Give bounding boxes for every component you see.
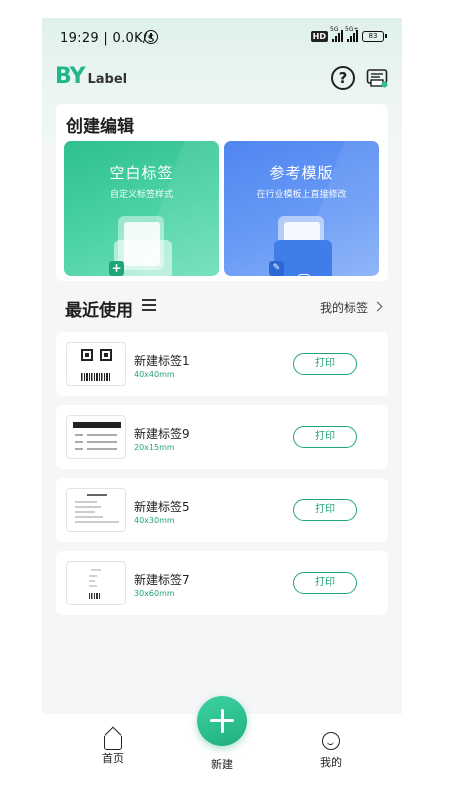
list-icon[interactable] [142,299,156,311]
label-size: 40x40mm [134,370,175,379]
alarm-icon [144,30,158,44]
signal-label: 5G [330,26,339,33]
app-screen: 19:29 | 0.0K/s HD 5G 5G+ 83 BY Label ? 创… [42,18,402,800]
status-time: 19:29 | 0.0K/s [60,31,155,46]
print-button[interactable]: 打印 [293,572,357,594]
nav-me-label: 我的 [320,756,342,769]
app-logo: BY Label [55,64,127,89]
template-tile[interactable]: 参考模版 在行业模板上直接修改 ✎ [224,141,379,276]
home-icon [104,736,122,750]
logo-sub: Label [87,72,128,87]
new-label-button[interactable] [197,696,247,746]
nav-new-label[interactable]: 新建 [192,756,252,772]
list-item[interactable]: 新建标签7 30x60mm 打印 [56,551,388,615]
create-title: 创建编辑 [66,117,134,137]
document-icon [298,274,310,276]
edit-badge-icon: ✎ [269,261,284,276]
label-thumbnail [66,415,126,459]
logo-main: BY [55,64,85,89]
hd-badge: HD [310,30,328,42]
print-button[interactable]: 打印 [293,353,357,375]
printer-icon[interactable] [366,66,388,88]
my-labels-link[interactable]: 我的标签 [320,299,368,316]
template-subtitle: 在行业模板上直接修改 [256,190,347,200]
add-badge-icon: + [109,261,124,276]
create-section: 创建编辑 空白标签 自定义标签样式 + 参考模版 在行业模板上直接修改 ✎ [56,104,388,281]
label-thumbnail [66,488,126,532]
status-icons: HD 5G 5G+ 83 [310,26,387,42]
label-name: 新建标签7 [134,573,190,587]
list-item[interactable]: 新建标签9 20x15mm 打印 [56,405,388,469]
battery-icon: 83 [362,30,387,42]
recent-title: 最近使用 [65,301,133,321]
signal-icon: 5G [330,26,343,42]
print-button[interactable]: 打印 [293,499,357,521]
print-button[interactable]: 打印 [293,426,357,448]
help-icon[interactable]: ? [331,66,355,90]
label-name: 新建标签1 [134,354,190,368]
blank-label-tile[interactable]: 空白标签 自定义标签样式 + [64,141,219,276]
list-item[interactable]: 新建标签5 40x30mm 打印 [56,478,388,542]
label-name: 新建标签9 [134,427,190,441]
chevron-right-icon[interactable] [372,301,383,312]
blank-label-subtitle: 自定义标签样式 [109,190,173,200]
label-thumbnail [66,342,126,386]
label-size: 40x30mm [134,516,175,525]
nav-home-label: 首页 [102,752,124,765]
status-bar: 19:29 | 0.0K/s HD 5G 5G+ 83 [42,26,402,50]
signal-icon: 5G+ [345,26,359,42]
list-item[interactable]: 新建标签1 40x40mm 打印 [56,332,388,396]
signal-label: 5G+ [345,26,359,33]
nav-home[interactable]: 首页 [83,732,143,766]
label-size: 30x60mm [134,589,175,598]
nav-me[interactable]: 我的 [301,732,361,770]
label-name: 新建标签5 [134,500,190,514]
label-size: 20x15mm [134,443,175,452]
smiley-icon [322,732,340,750]
label-thumbnail [66,561,126,605]
